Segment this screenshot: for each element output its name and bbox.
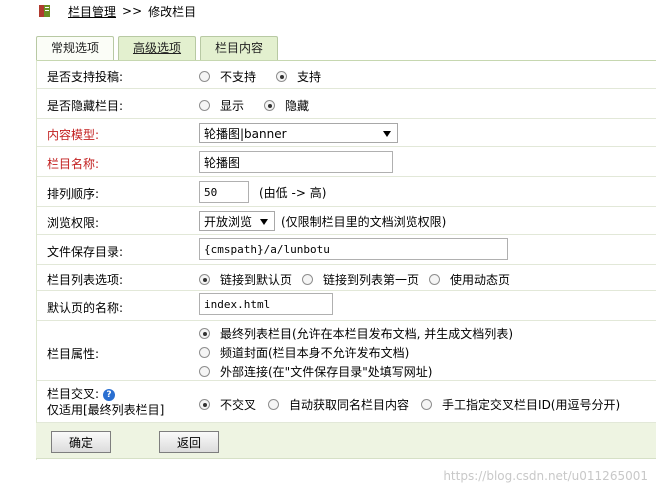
radio-button-selected[interactable] (199, 328, 210, 339)
question-icon[interactable]: ? (103, 388, 116, 401)
submission-option-no[interactable]: 不支持 (199, 68, 256, 85)
browse-permission-value: 开放浏览 (204, 214, 253, 229)
cross-label: 栏目交叉: (47, 387, 100, 401)
dropdown-arrow-icon (383, 131, 391, 137)
hidden-option-hide[interactable]: 隐藏 (264, 97, 309, 114)
confirm-button[interactable]: 确定 (51, 431, 111, 453)
list-option-label: 栏目列表选项: (47, 273, 124, 287)
back-button[interactable]: 返回 (159, 431, 219, 453)
cross-option-auto[interactable]: 自动获取同名栏目内容 (268, 396, 409, 413)
row-column-name: 栏目名称: 轮播图 (37, 147, 656, 177)
book-icon (39, 5, 50, 17)
cross-note: 仅适用[最终列表栏目] (47, 403, 165, 417)
browse-permission-label: 浏览权限: (47, 216, 100, 230)
radio-button[interactable] (199, 71, 210, 82)
attribute-option-external-link[interactable]: 外部连接(在"文件保存目录"处填写网址) (199, 362, 432, 381)
save-dir-label: 文件保存目录: (47, 245, 124, 259)
sort-order-hint: (由低 -> 高) (259, 185, 327, 200)
hidden-option-show[interactable]: 显示 (199, 97, 244, 114)
sort-order-label: 排列顺序: (47, 187, 100, 201)
cross-label-block: 栏目交叉:? 仅适用[最终列表栏目] (47, 386, 164, 418)
list-option-dynamic[interactable]: 使用动态页 (429, 271, 510, 288)
row-list-option: 栏目列表选项: 链接到默认页 链接到列表第一页 使用动态页 (37, 265, 656, 291)
settings-form: 是否支持投稿: 不支持 支持 是否隐藏栏目: 显示 隐藏 内容模型: 轮播图|b… (36, 60, 656, 460)
row-save-dir: 文件保存目录: {cmspath}/a/lunbotu (37, 235, 656, 265)
radio-button-selected[interactable] (276, 71, 288, 82)
tab-advanced[interactable]: 高级选项 (118, 36, 197, 60)
radio-button[interactable] (302, 274, 314, 285)
breadcrumb-separator: >> (122, 4, 143, 18)
breadcrumb: 栏目管理 >> 修改栏目 (38, 2, 196, 20)
hidden-label: 是否隐藏栏目: (47, 99, 124, 113)
content-model-label: 内容模型: (47, 128, 100, 142)
list-option-first-page[interactable]: 链接到列表第一页 (302, 271, 419, 288)
radio-button-selected[interactable] (264, 100, 276, 111)
content-model-value: 轮播图|banner (204, 126, 287, 141)
default-page-input[interactable]: index.html (199, 293, 333, 315)
content-model-select[interactable]: 轮播图|banner (199, 123, 398, 143)
attribute-label: 栏目属性: (47, 347, 100, 361)
submission-option-yes[interactable]: 支持 (276, 68, 321, 85)
row-default-page: 默认页的名称: index.html (37, 291, 656, 321)
row-hidden: 是否隐藏栏目: 显示 隐藏 (37, 89, 656, 119)
row-submission: 是否支持投稿: 不支持 支持 (37, 61, 656, 89)
attribute-option-final-list[interactable]: 最终列表栏目(允许在本栏目发布文档, 并生成文档列表) (199, 324, 513, 343)
row-browse-permission: 浏览权限: 开放浏览 (仅限制栏目里的文档浏览权限) (37, 207, 656, 235)
radio-button[interactable] (199, 366, 210, 377)
list-option-default-page[interactable]: 链接到默认页 (199, 271, 292, 288)
radio-button[interactable] (199, 100, 210, 111)
radio-button[interactable] (429, 274, 441, 285)
cross-option-manual[interactable]: 手工指定交叉栏目ID(用逗号分开) (421, 396, 620, 413)
row-cross: 栏目交叉:? 仅适用[最终列表栏目] 不交叉 自动获取同名栏目内容 手工指定交叉… (37, 381, 656, 423)
sort-order-input[interactable]: 50 (199, 181, 249, 203)
radio-button[interactable] (199, 347, 210, 358)
submission-label: 是否支持投稿: (47, 70, 124, 84)
save-dir-input[interactable]: {cmspath}/a/lunbotu (199, 238, 508, 260)
tab-column-content[interactable]: 栏目内容 (200, 36, 279, 60)
tab-general[interactable]: 常规选项 (36, 36, 115, 60)
radio-button-selected[interactable] (199, 274, 210, 285)
default-page-label: 默认页的名称: (47, 301, 124, 315)
cross-option-none[interactable]: 不交叉 (199, 396, 256, 413)
browse-permission-hint: (仅限制栏目里的文档浏览权限) (281, 214, 447, 229)
watermark: https://blog.csdn.net/u011265001 (443, 469, 648, 483)
row-attribute: 栏目属性: 最终列表栏目(允许在本栏目发布文档, 并生成文档列表) 频道封面(栏… (37, 321, 656, 381)
radio-button[interactable] (268, 399, 280, 410)
row-content-model: 内容模型: 轮播图|banner (37, 119, 656, 147)
breadcrumb-current: 修改栏目 (148, 4, 197, 19)
column-name-input[interactable]: 轮播图 (199, 151, 393, 173)
tab-bar: 常规选项 高级选项 栏目内容 (36, 36, 279, 60)
radio-button-selected[interactable] (199, 399, 210, 410)
button-bar: 确定 返回 (36, 423, 656, 459)
browse-permission-select[interactable]: 开放浏览 (199, 211, 275, 231)
breadcrumb-root-link[interactable]: 栏目管理 (68, 3, 116, 20)
column-name-label: 栏目名称: (47, 157, 100, 171)
radio-button[interactable] (421, 399, 433, 410)
dropdown-arrow-icon (260, 219, 268, 225)
row-sort-order: 排列顺序: 50 (由低 -> 高) (37, 177, 656, 207)
attribute-option-channel-cover[interactable]: 频道封面(栏目本身不允许发布文档) (199, 343, 409, 362)
